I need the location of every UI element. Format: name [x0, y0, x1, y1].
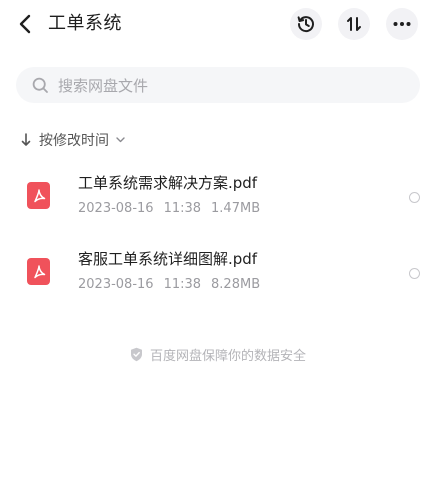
pdf-icon — [27, 258, 50, 285]
search-bar[interactable]: 搜索网盘文件 — [16, 67, 420, 103]
more-button[interactable] — [386, 8, 418, 40]
chevron-down-icon — [116, 135, 126, 145]
page-title: 工单系统 — [48, 13, 122, 34]
file-size: 1.47MB — [211, 201, 261, 216]
search-icon — [31, 76, 49, 94]
more-icon — [393, 22, 411, 26]
file-list-item[interactable]: 客服工单系统详细图解.pdf 2023-08-16 11:38 8.28MB — [0, 242, 436, 306]
security-notice: 百度网盘保障你的数据安全 — [0, 344, 436, 364]
file-meta: 2023-08-16 11:38 8.28MB — [78, 277, 270, 292]
security-text: 百度网盘保障你的数据安全 — [149, 348, 306, 364]
file-time: 11:38 — [163, 201, 202, 216]
sort-icon — [347, 17, 361, 31]
shield-icon — [130, 347, 144, 362]
file-name: 客服工单系统详细图解.pdf — [78, 250, 258, 268]
sort-label: 按修改时间 — [39, 133, 109, 149]
file-date: 2023-08-16 — [78, 201, 154, 216]
history-button[interactable] — [290, 8, 322, 40]
select-radio[interactable] — [409, 192, 420, 203]
sort-button[interactable] — [338, 8, 370, 40]
file-date: 2023-08-16 — [78, 277, 154, 292]
history-icon — [297, 16, 314, 33]
file-size: 8.28MB — [211, 277, 261, 292]
back-button[interactable] — [12, 10, 38, 38]
arrow-down-icon — [20, 132, 32, 148]
file-name: 工单系统需求解决方案.pdf — [78, 174, 258, 192]
search-placeholder: 搜索网盘文件 — [58, 76, 149, 95]
top-bar: 工单系统 — [0, 0, 436, 48]
pdf-icon — [27, 182, 50, 209]
select-radio[interactable] — [409, 268, 420, 279]
file-time: 11:38 — [163, 277, 202, 292]
chevron-left-icon — [19, 14, 31, 34]
file-meta: 2023-08-16 11:38 1.47MB — [78, 201, 270, 216]
file-list-item[interactable]: 工单系统需求解决方案.pdf 2023-08-16 11:38 1.47MB — [0, 166, 436, 230]
sort-selector[interactable]: 按修改时间 — [20, 130, 126, 150]
